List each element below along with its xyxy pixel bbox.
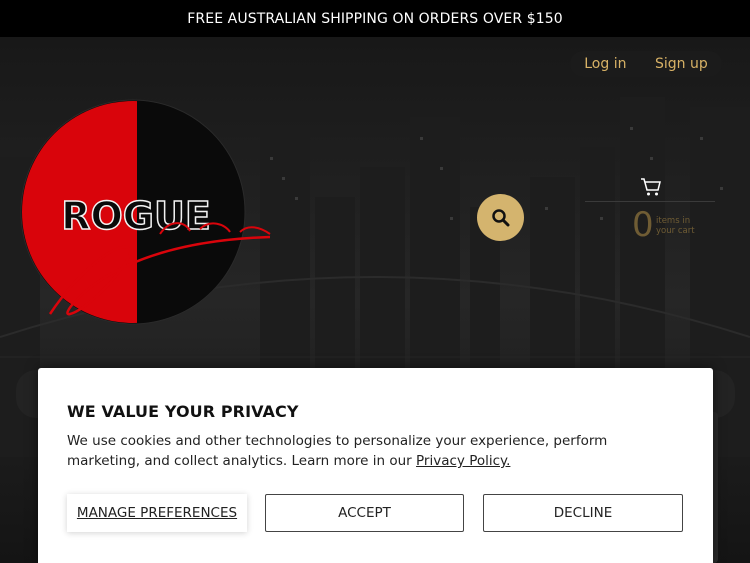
- manage-preferences-button[interactable]: MANAGE PREFERENCES: [67, 494, 247, 532]
- decline-button[interactable]: DECLINE: [483, 494, 683, 532]
- login-link[interactable]: Log in: [584, 56, 626, 72]
- cookie-banner-body: We use cookies and other technologies to…: [67, 431, 677, 471]
- cookie-consent-banner: WE VALUE YOUR PRIVACY We use cookies and…: [38, 368, 713, 563]
- cart-divider: [585, 201, 715, 202]
- cart-icon[interactable]: [640, 177, 662, 197]
- announcement-bar: FREE AUSTRALIAN SHIPPING ON ORDERS OVER …: [0, 0, 750, 37]
- cart-count[interactable]: 0: [632, 207, 654, 243]
- privacy-policy-link[interactable]: Privacy Policy.: [416, 453, 510, 469]
- signup-link[interactable]: Sign up: [655, 56, 708, 72]
- cart-label: items in your cart: [656, 216, 695, 236]
- cookie-banner-text: We use cookies and other technologies to…: [67, 433, 608, 469]
- accept-button[interactable]: ACCEPT: [265, 494, 464, 532]
- logo-text: ROGUE: [61, 194, 211, 238]
- cookie-banner-title: WE VALUE YOUR PRIVACY: [67, 402, 299, 421]
- auth-links: Log in Sign up: [570, 51, 722, 77]
- search-button[interactable]: [477, 194, 524, 241]
- rogue-couture-logo[interactable]: ROGUE: [20, 99, 278, 329]
- search-icon: [491, 208, 509, 226]
- announcement-text: FREE AUSTRALIAN SHIPPING ON ORDERS OVER …: [187, 10, 563, 27]
